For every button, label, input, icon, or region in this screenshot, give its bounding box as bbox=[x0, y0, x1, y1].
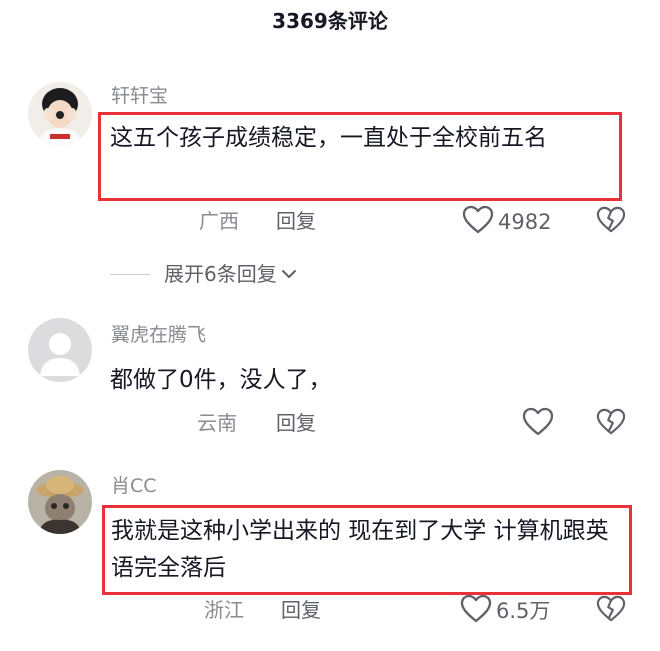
heart-icon bbox=[522, 407, 554, 441]
comment-text: 都做了0件，没人了， bbox=[110, 367, 332, 393]
dislike-button[interactable] bbox=[596, 595, 626, 627]
broken-heart-icon bbox=[596, 408, 626, 440]
heart-icon bbox=[460, 594, 492, 628]
reply-button[interactable]: 回复 bbox=[276, 410, 316, 436]
dislike-button[interactable] bbox=[596, 408, 626, 440]
username[interactable]: 肖CC bbox=[111, 474, 157, 498]
broken-heart-icon bbox=[596, 206, 626, 238]
like-button[interactable]: 6.5万 bbox=[460, 594, 550, 628]
expand-replies-label: 展开6条回复 bbox=[164, 262, 277, 286]
chevron-down-icon bbox=[281, 265, 297, 284]
comment-location: 云南 bbox=[197, 411, 237, 435]
comment-text: 我就是这种小学出来的 现在到了大学 计算机跟英语完全落后 bbox=[111, 518, 609, 581]
heart-icon bbox=[462, 205, 494, 239]
avatar[interactable] bbox=[28, 318, 92, 382]
like-button[interactable]: 4982 bbox=[462, 205, 551, 239]
avatar[interactable] bbox=[28, 470, 92, 534]
comment-location: 广西 bbox=[199, 209, 239, 233]
divider-line bbox=[110, 273, 150, 275]
like-button[interactable] bbox=[522, 407, 554, 441]
dislike-button[interactable] bbox=[596, 206, 626, 238]
reply-button[interactable]: 回复 bbox=[276, 208, 316, 234]
like-count: 4982 bbox=[498, 210, 552, 234]
username[interactable]: 翼虎在腾飞 bbox=[111, 323, 206, 347]
comment-text: 这五个孩子成绩稳定，一直处于全校前五名 bbox=[110, 125, 547, 151]
comment-count-title: 3369条评论 bbox=[272, 9, 388, 33]
avatar[interactable] bbox=[28, 82, 92, 146]
username[interactable]: 轩轩宝 bbox=[111, 84, 168, 108]
comment-location: 浙江 bbox=[204, 598, 244, 622]
expand-replies-button[interactable]: 展开6条回复 bbox=[110, 261, 297, 287]
reply-button[interactable]: 回复 bbox=[281, 597, 321, 623]
broken-heart-icon bbox=[596, 595, 626, 627]
like-count: 6.5万 bbox=[496, 599, 551, 623]
